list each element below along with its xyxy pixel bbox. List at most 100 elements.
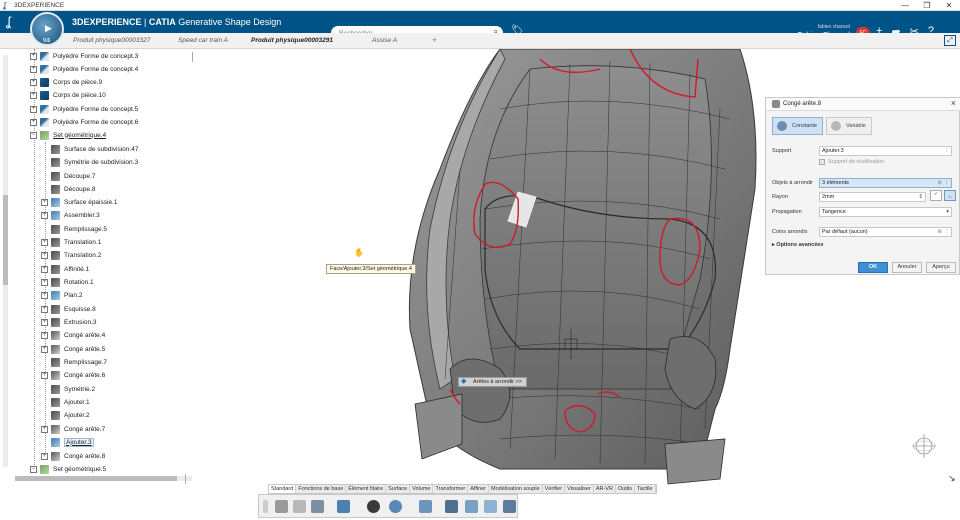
tree-item[interactable]: + Translation.1 [41, 236, 101, 248]
tab-fonctions-de-base[interactable]: Fonctions de base [296, 485, 347, 493]
expand-icon[interactable]: + [30, 78, 37, 86]
compass-tool-icon[interactable] [465, 500, 478, 513]
tab-standard[interactable]: Standard [269, 485, 297, 493]
expand-icon[interactable]: + [41, 238, 48, 246]
preview-button[interactable]: Aperçu [926, 262, 956, 273]
tree-item[interactable]: + Corps de pièce.9 [30, 76, 102, 88]
close-icon[interactable]: × [951, 98, 956, 108]
tree-item[interactable]: + Congé arête.6 [41, 369, 105, 381]
expand-icon[interactable]: + [41, 331, 48, 339]
tree-item[interactable]: + Congé arête.4 [41, 329, 105, 341]
paste-icon[interactable] [311, 500, 324, 513]
tree-item[interactable]: + Rotation.1 [41, 276, 94, 288]
tree-item[interactable]: + Plan.2 [41, 289, 82, 301]
tab-produit-3327[interactable]: Produit physique00003327 [73, 37, 150, 44]
3d-compass-icon[interactable] [910, 432, 938, 460]
tree-item[interactable]: Découpe.7 [41, 170, 95, 182]
tree-item[interactable]: + Esquisse.8 [41, 303, 96, 315]
tab-speed-car[interactable]: Speed car train A [178, 37, 228, 44]
tab-verifier[interactable]: Vérifier [543, 485, 566, 493]
expand-icon[interactable]: + [30, 105, 37, 113]
tree-item[interactable]: + Corps de pièce.10 [30, 89, 106, 101]
tree-item[interactable]: + Polyèdre Forme de concept.3 [30, 50, 138, 62]
tree-item[interactable]: Surface de subdivision.47 [41, 143, 138, 155]
tree-item[interactable]: + Affinité.1 [41, 263, 89, 275]
expand-icon[interactable]: + [41, 345, 48, 353]
expand-icon[interactable]: + [41, 318, 48, 326]
chevron-down-icon[interactable]: ▾ [946, 208, 949, 216]
tree-item[interactable]: + Assembler.3 [41, 209, 100, 221]
render-icon[interactable] [503, 500, 516, 513]
maximize-button[interactable]: ❐ [916, 0, 938, 11]
tree-item[interactable]: Symétrie de subdivision.3 [41, 156, 138, 168]
tree-item[interactable]: Remplissage.7 [41, 356, 107, 368]
variable-mode-button[interactable]: Variable [826, 117, 872, 135]
view-icon[interactable] [484, 500, 497, 513]
expand-icon[interactable]: + [41, 198, 48, 206]
minimize-button[interactable]: — [894, 0, 916, 11]
expand-icon[interactable]: + [41, 452, 48, 460]
tab-outils[interactable]: Outils [616, 485, 635, 493]
compass-widget[interactable]: ▶ V.6 [30, 12, 64, 46]
expand-icon[interactable]: + [41, 291, 48, 299]
tree-item[interactable]: Remplissage.5 [41, 223, 107, 235]
tab-ar-vr[interactable]: AR-VR [594, 485, 616, 493]
clear-icon[interactable]: ⊗ [937, 179, 942, 187]
zoom-icon[interactable] [367, 500, 380, 513]
expand-icon[interactable]: + [41, 425, 48, 433]
tree-item[interactable]: + Congé arête.7 [41, 423, 105, 435]
tree-item[interactable]: + Polyèdre Forme de concept.4 [30, 63, 138, 75]
chordal-icon[interactable]: ◜ [930, 190, 942, 201]
radius-icon[interactable]: ◟ [944, 190, 956, 201]
tree-item[interactable]: + Polyèdre Forme de concept.6 [30, 116, 138, 128]
tree-item-selected[interactable]: Ajouter.3 [41, 436, 94, 448]
clear-icon[interactable]: ⊗ [937, 228, 942, 236]
corners-field[interactable]: Par défaut (aucun) ⊗ ⋮ [819, 227, 952, 237]
tree-item[interactable]: Ajouter.1 [41, 396, 90, 408]
settings-gear-icon[interactable] [389, 500, 402, 513]
cancel-button[interactable]: Annuler [892, 262, 922, 273]
tree-item[interactable]: Découpe.8 [41, 183, 95, 195]
expand-icon[interactable]: + [30, 52, 37, 60]
tree-item[interactable]: + Extrusion.3 [41, 316, 97, 328]
dassault-logo-icon[interactable]: ʆ [6, 14, 11, 29]
more-icon[interactable]: ⋮ [944, 228, 950, 236]
panel-header[interactable]: Congé arête.8 × [766, 98, 960, 111]
expand-icon[interactable]: + [41, 265, 48, 273]
copy-icon[interactable] [293, 500, 306, 513]
tab-visualiser[interactable]: Visualiser [565, 485, 594, 493]
collapse-icon[interactable]: − [30, 131, 37, 139]
objects-field[interactable]: 3 éléments ⊗ ⋮ [819, 178, 952, 188]
advanced-options-toggle[interactable]: ▸ Options avancées [772, 242, 823, 248]
tab-element-filaire[interactable]: Élément filaire [346, 485, 387, 493]
expand-icon[interactable]: + [30, 65, 37, 73]
radius-input[interactable]: 2mm ⇕ [819, 192, 926, 202]
tab-modelisation-souple[interactable]: Modélisation souple [489, 485, 543, 493]
tree-item[interactable]: Symétrie.2 [41, 383, 95, 395]
expand-icon[interactable]: + [41, 305, 48, 313]
expand-icon[interactable]: ⤢ [944, 35, 956, 46]
expand-icon[interactable]: + [41, 278, 48, 286]
expand-icon[interactable]: + [41, 251, 48, 259]
tab-assise-a[interactable]: Assise A [372, 37, 397, 44]
tree-item[interactable]: + Congé arête.5 [41, 343, 105, 355]
more-icon[interactable]: ⋮ [944, 179, 950, 187]
resize-icon[interactable]: ↘ [948, 473, 956, 484]
propagation-select[interactable]: Tangence ▾ [819, 207, 952, 217]
expand-icon[interactable]: + [41, 211, 48, 219]
support-field[interactable]: Ajouter.3 ⋮ [819, 146, 952, 156]
measure-icon[interactable] [445, 500, 458, 513]
tree-item[interactable]: + Translation.2 [41, 249, 101, 261]
ok-button[interactable]: OK [858, 262, 888, 273]
spinner-icon[interactable]: ⇕ [918, 193, 923, 201]
expand-icon[interactable]: + [41, 371, 48, 379]
expand-icon[interactable]: + [30, 91, 37, 99]
checkbox-icon[interactable] [819, 159, 825, 165]
chevron-icon[interactable] [263, 500, 268, 513]
expand-icon[interactable]: + [30, 118, 37, 126]
tree-item[interactable]: + Surface épaissie.1 [41, 196, 117, 208]
constant-mode-button[interactable]: Constante [772, 117, 824, 135]
tree-item-geometric-set-4[interactable]: − Set géométrique.4 [30, 129, 106, 141]
edges-to-fillet-tag[interactable]: ◆ Arêtes à arrondir >> [458, 377, 527, 387]
tab-affiner[interactable]: Affiner [468, 485, 490, 493]
